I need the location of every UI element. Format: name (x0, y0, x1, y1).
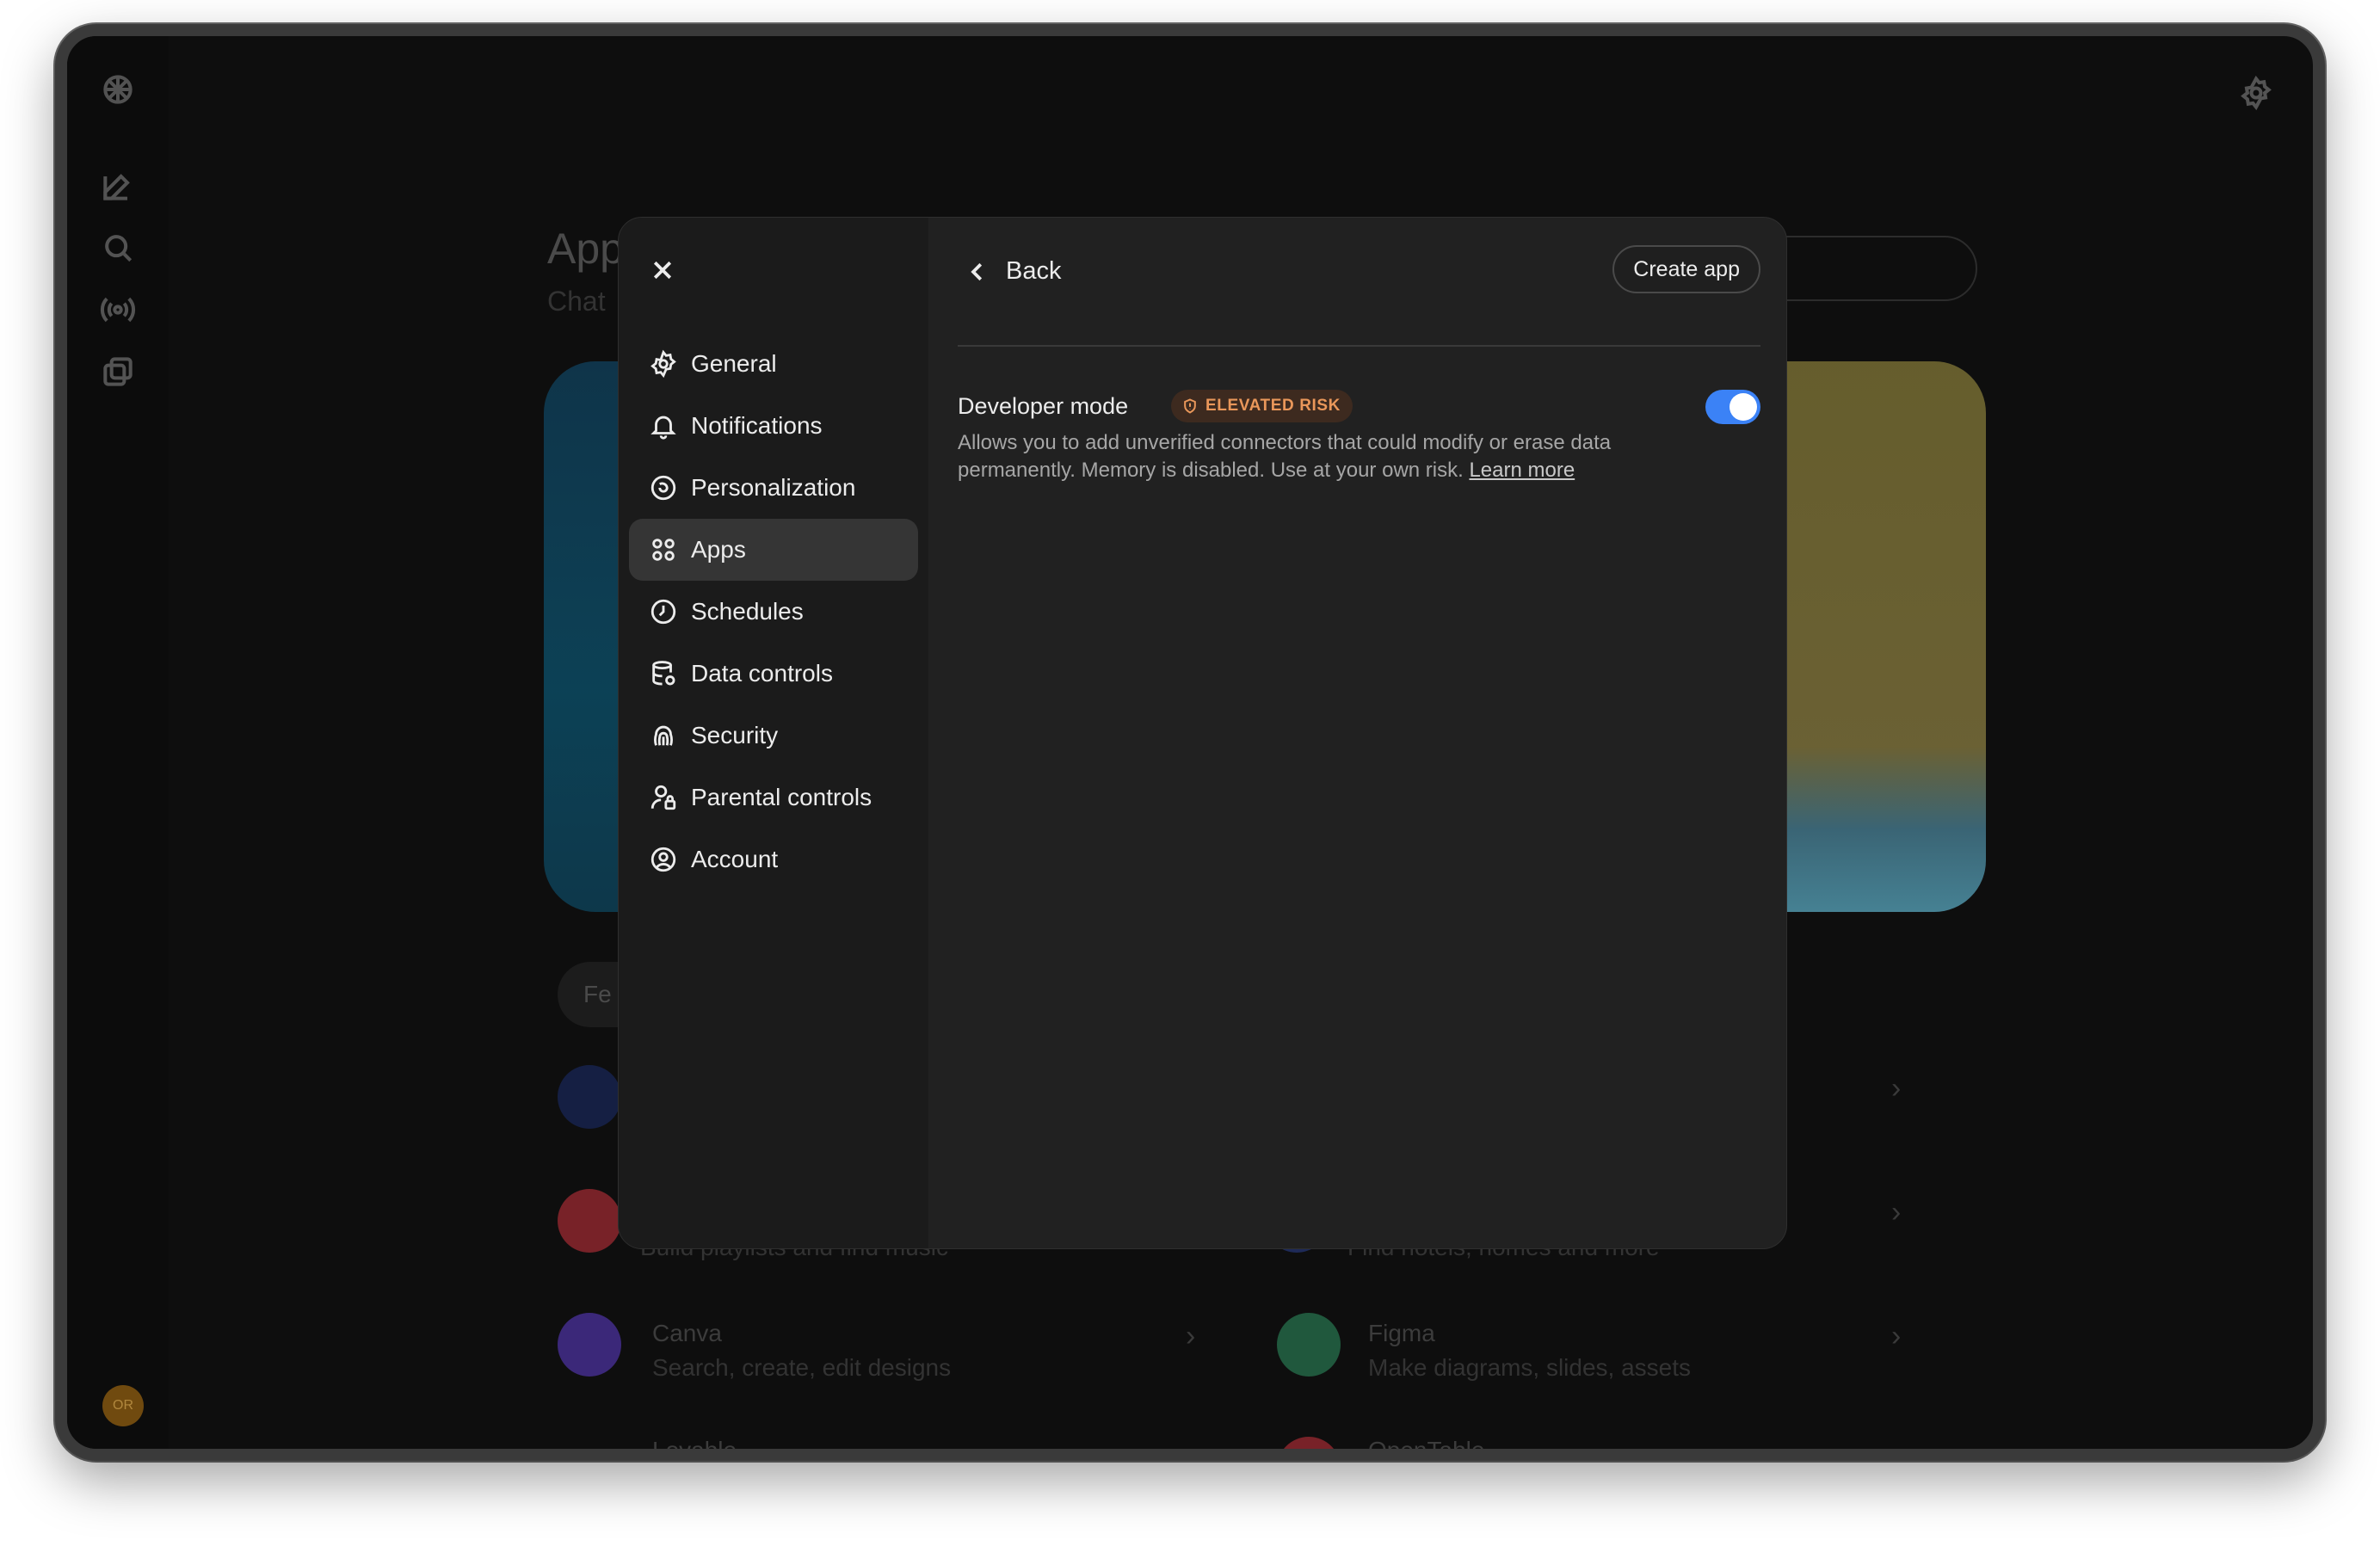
learn-more-link[interactable]: Learn more (1469, 459, 1575, 482)
photoshop-icon (558, 1065, 621, 1129)
nav-item-schedules[interactable]: Schedules (629, 581, 918, 643)
opentable-icon (1277, 1437, 1341, 1449)
developer-mode-toggle[interactable] (1705, 390, 1760, 424)
nav-label: Parental controls (691, 784, 872, 810)
nav-item-apps[interactable]: Apps (629, 519, 918, 581)
chevron-right-icon[interactable]: › (1186, 1320, 1195, 1353)
developer-mode-description: Allows you to add unverified connectors … (958, 429, 1732, 484)
divider (958, 345, 1760, 347)
list-item-title: OpenTable (1368, 1437, 1485, 1461)
app-window: OR App Chat Fe › Build playlists and fin… (55, 24, 2325, 1461)
parental-icon (648, 782, 679, 813)
settings-modal: General Notifications Personalization Ap… (618, 217, 1787, 1249)
create-app-button[interactable]: Create app (1612, 245, 1760, 293)
chevron-right-icon[interactable]: › (1891, 1320, 1901, 1353)
elevated-risk-badge: ELEVATED RISK (1171, 390, 1353, 422)
nav-item-security[interactable]: Security (629, 705, 918, 767)
list-item-title: Canva (652, 1320, 722, 1346)
nav-label: General (691, 350, 777, 377)
close-icon (653, 261, 672, 280)
toggle-knob (1730, 393, 1757, 421)
account-icon (648, 844, 679, 875)
list-item-desc: Make diagrams, slides, assets (1368, 1354, 1692, 1381)
developer-mode-title: Developer mode (958, 393, 1129, 419)
back-label: Back (1006, 257, 1062, 285)
chevron-left-icon (971, 262, 983, 280)
apps-grid-icon (648, 534, 679, 565)
chevron-right-icon[interactable]: › (1891, 1196, 1901, 1229)
nav-item-notifications[interactable]: Notifications (629, 395, 918, 457)
settings-nav: General Notifications Personalization Ap… (629, 333, 918, 890)
music-app-icon (558, 1189, 621, 1253)
nav-item-parental-controls[interactable]: Parental controls (629, 767, 918, 828)
chevron-right-icon[interactable]: › (1891, 1072, 1901, 1106)
nav-item-data-controls[interactable]: Data controls (629, 643, 918, 705)
page-title: App (547, 225, 624, 273)
nav-item-personalization[interactable]: Personalization (629, 457, 918, 519)
clock-icon (648, 596, 679, 627)
settings-sidebar: General Notifications Personalization Ap… (619, 218, 928, 1248)
nav-label: Data controls (691, 660, 833, 687)
shield-alert-icon (1184, 398, 1196, 414)
back-button[interactable]: Back (965, 257, 1061, 286)
badge-label: ELEVATED RISK (1205, 397, 1341, 415)
gear-icon (648, 348, 679, 379)
figma-icon (1277, 1313, 1341, 1377)
nav-label: Personalization (691, 474, 856, 501)
personalization-icon (648, 472, 679, 503)
list-item-desc: Search, create, edit designs (652, 1354, 952, 1381)
list-item-title: Figma (1368, 1320, 1435, 1346)
nav-label: Schedules (691, 598, 804, 625)
page-subtitle: Chat (547, 286, 606, 317)
nav-label: Account (691, 846, 779, 872)
nav-label: Notifications (691, 412, 823, 439)
canva-icon (558, 1313, 621, 1377)
nav-item-account[interactable]: Account (629, 828, 918, 890)
settings-content: Back Create app Developer mode ELEVATED … (928, 218, 1786, 1248)
bell-icon (648, 410, 679, 441)
close-button[interactable] (644, 252, 681, 288)
nav-label: Security (691, 722, 779, 748)
fingerprint-icon (648, 720, 679, 751)
list-item-title: Lovable (652, 1437, 737, 1461)
database-icon (648, 658, 679, 689)
nav-item-general[interactable]: General (629, 333, 918, 395)
nav-label: Apps (691, 536, 746, 563)
